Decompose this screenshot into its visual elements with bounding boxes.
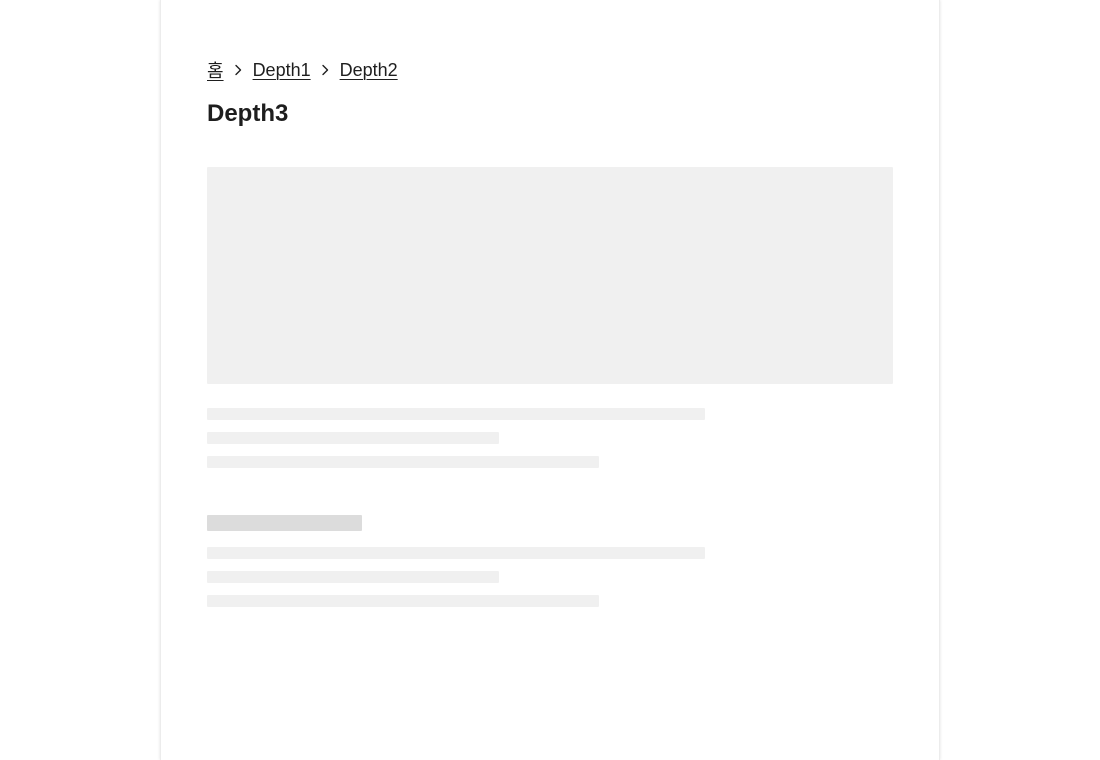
chevron-right-icon — [311, 64, 340, 76]
skeleton-text-line — [207, 595, 599, 607]
breadcrumb-depth1-link[interactable]: Depth1 — [253, 60, 311, 81]
skeleton-text-line — [207, 408, 705, 420]
skeleton-heading-placeholder — [207, 515, 362, 531]
content-panel: 홈 Depth1 Depth2 Depth3 — [160, 0, 940, 760]
breadcrumb-home-link[interactable]: 홈 — [207, 57, 224, 83]
breadcrumb-depth2-link[interactable]: Depth2 — [340, 60, 398, 81]
chevron-right-icon — [224, 64, 253, 76]
skeleton-text-line — [207, 456, 599, 468]
breadcrumb: 홈 Depth1 Depth2 — [207, 56, 398, 84]
skeleton-text-line — [207, 432, 499, 444]
skeleton-text-line — [207, 571, 499, 583]
skeleton-text-line — [207, 547, 705, 559]
page-title: Depth3 — [207, 100, 289, 127]
skeleton-media-placeholder — [207, 167, 893, 384]
